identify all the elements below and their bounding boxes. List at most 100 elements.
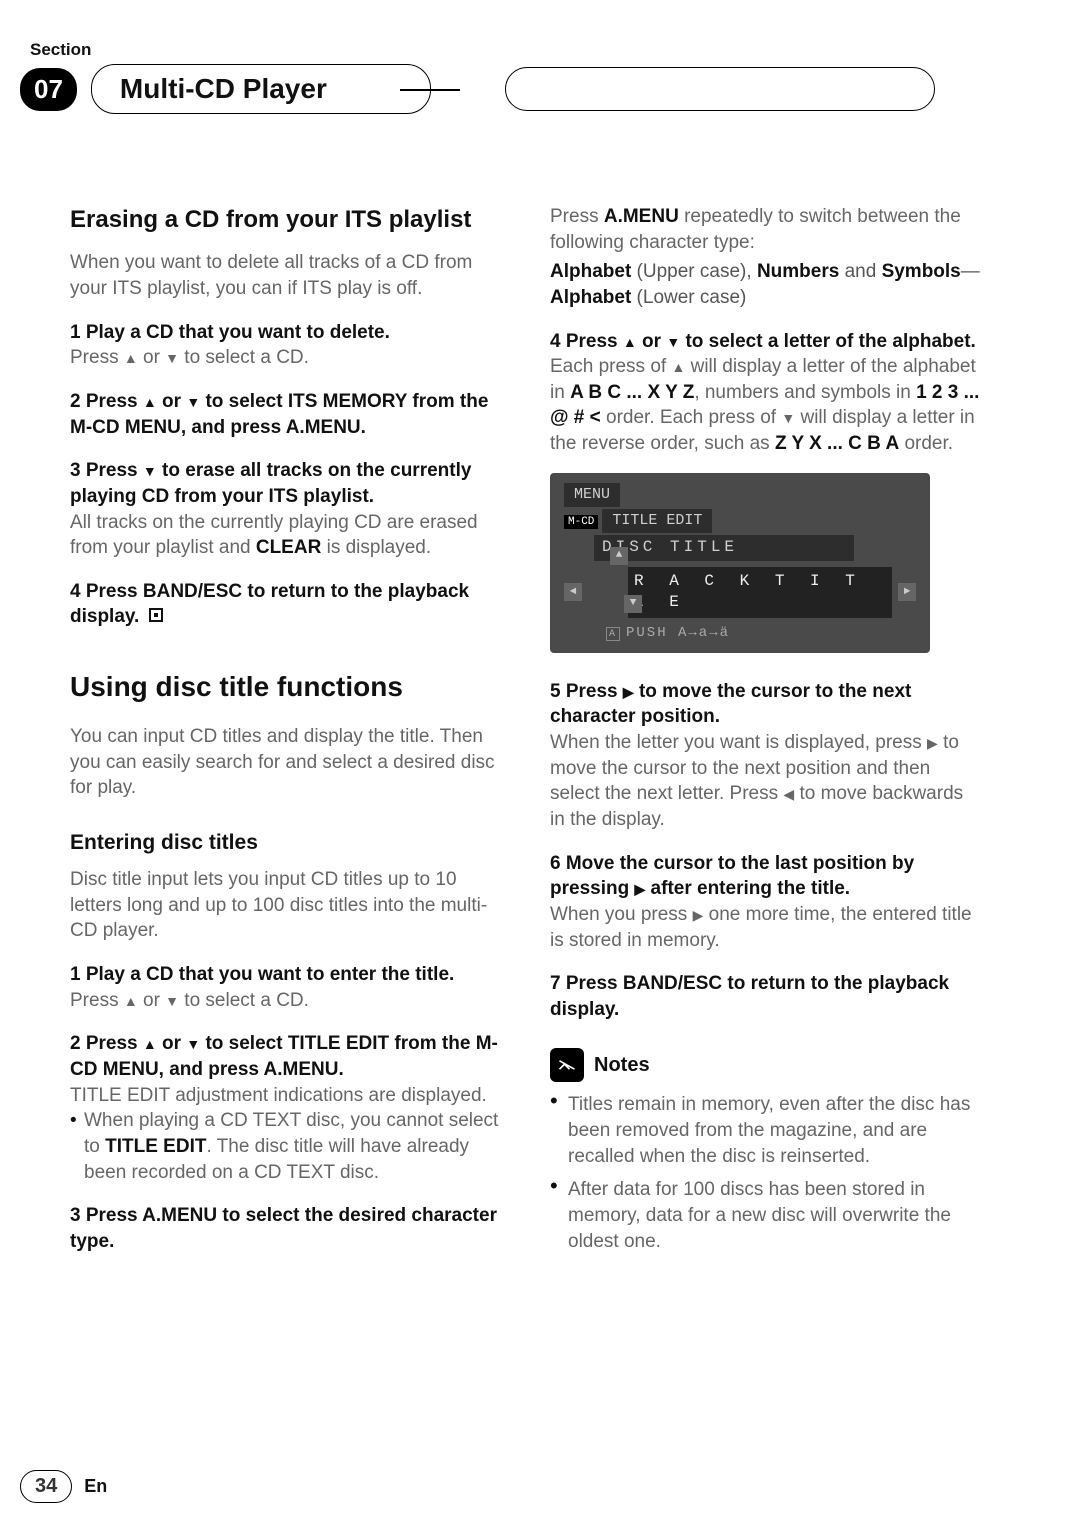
up-arrow-icon — [143, 391, 157, 412]
text: to select a letter of the alphabet. — [680, 331, 976, 352]
text: to select a CD. — [179, 347, 309, 368]
text: — — [961, 261, 980, 282]
lcd-screenshot: MENU M-CD TITLE EDIT DISC TITLE ◄ ▲ R A C… — [550, 473, 930, 653]
step-head: 1 Play a CD that you want to enter the t… — [70, 962, 500, 988]
section-number-pill: 07 — [20, 68, 77, 111]
text: When the letter you want is displayed, p… — [550, 732, 927, 753]
up-arrow-icon — [623, 331, 637, 352]
text-bold: CLEAR — [256, 537, 321, 558]
down-arrow-icon — [666, 331, 680, 352]
right-step-5: 5 Press to move the cursor to the next c… — [550, 679, 980, 833]
text: (Lower case) — [631, 287, 746, 308]
char-intro: Press A.MENU repeatedly to switch betwee… — [550, 204, 980, 255]
text-bold: Symbols — [882, 261, 961, 282]
step-body: Press or to select a CD. — [70, 988, 500, 1014]
text: M-CD — [564, 515, 598, 529]
notes-list: Titles remain in memory, even after the … — [550, 1092, 980, 1254]
down-arrow-icon — [781, 407, 795, 428]
footer-page-number: 34 — [20, 1470, 72, 1503]
text: order. — [899, 433, 953, 454]
down-arrow-icon — [186, 1033, 200, 1054]
text: is displayed. — [321, 537, 431, 558]
text: Press — [70, 990, 124, 1011]
down-arrow-icon — [165, 347, 179, 368]
step-body: When the letter you want is displayed, p… — [550, 730, 980, 833]
note-item: Titles remain in memory, even after the … — [550, 1092, 980, 1169]
scr-disc-title: DISC TITLE — [594, 535, 854, 561]
header-row: 07 Multi-CD Player — [20, 64, 1010, 114]
step-body: Each press of will display a letter of t… — [550, 354, 980, 457]
char-types: Alphabet (Upper case), Numbers and Symbo… — [550, 259, 980, 310]
page-title: Multi-CD Player — [91, 64, 431, 114]
text: Press — [70, 347, 124, 368]
using-intro: You can input CD titles and display the … — [70, 724, 500, 801]
up-arrow-icon — [143, 1033, 157, 1054]
right-step-7: 7 Press BAND/ESC to return to the playba… — [550, 971, 980, 1022]
right-arrow-icon — [693, 904, 704, 925]
down-arrow-icon — [143, 460, 157, 481]
text-bold: Alphabet — [550, 261, 631, 282]
text: Each press of — [550, 356, 671, 377]
text: 5 Press — [550, 681, 623, 702]
right-column: Press A.MENU repeatedly to switch betwee… — [550, 204, 980, 1262]
scr-menu: MENU — [564, 483, 916, 507]
stop-icon — [149, 608, 163, 622]
text: order. Each press of — [601, 407, 782, 428]
footer: 34 En — [20, 1470, 107, 1503]
text: after entering the title. — [645, 878, 850, 899]
erase-step-4: 4 Press BAND/ESC to return to the playba… — [70, 579, 500, 630]
text-bold: A B C ... X Y Z — [570, 382, 694, 403]
text: TITLE EDIT — [602, 509, 712, 533]
heading-erase: Erasing a CD from your ITS playlist — [70, 204, 500, 236]
step-body: Press or to select a CD. — [70, 345, 500, 371]
text: or — [138, 347, 165, 368]
left-arrow-icon — [783, 783, 794, 804]
text-bold: Z Y X ... C B A — [775, 433, 899, 454]
content-columns: Erasing a CD from your ITS playlist When… — [70, 204, 1010, 1262]
up-arrow-icon — [124, 990, 138, 1011]
header-spacer-pill — [505, 67, 935, 111]
text: to select a CD. — [179, 990, 309, 1011]
text: or — [157, 1033, 187, 1054]
scr-push: APUSH A→a→ä — [564, 624, 916, 643]
text-bold: TITLE EDIT — [105, 1136, 206, 1157]
step-body: All tracks on the currently playing CD a… — [70, 510, 500, 561]
step-head: 3 Press A.MENU to select the desired cha… — [70, 1203, 500, 1254]
right-step-6: 6 Move the cursor to the last position b… — [550, 851, 980, 954]
erase-intro: When you want to delete all tracks of a … — [70, 250, 500, 301]
left-column: Erasing a CD from your ITS playlist When… — [70, 204, 500, 1262]
down-arrow-icon — [165, 990, 179, 1011]
step-head: 6 Move the cursor to the last position b… — [550, 851, 980, 902]
text: When you press — [550, 904, 693, 925]
entering-intro: Disc title input lets you input CD title… — [70, 867, 500, 944]
text: or — [138, 990, 165, 1011]
manual-page: Section 07 Multi-CD Player Erasing a CD … — [0, 0, 1080, 1533]
notes-icon — [550, 1048, 584, 1082]
scr-nav: ◄ ▲ R A C K T I T L E ► — [564, 567, 916, 618]
enter-step-2: 2 Press or to select TITLE EDIT from the… — [70, 1031, 500, 1185]
right-arrow-icon — [634, 878, 645, 899]
step-body: When you press one more time, the entere… — [550, 902, 980, 953]
scr-letters: R A C K T I T L E — [628, 567, 892, 618]
text-bold: Alphabet — [550, 287, 631, 308]
down-arrow-icon — [186, 391, 200, 412]
step-head: 1 Play a CD that you want to delete. — [70, 320, 500, 346]
step-note: When playing a CD TEXT disc, you cannot … — [70, 1108, 500, 1185]
erase-step-3: 3 Press to erase all tracks on the curre… — [70, 458, 500, 561]
footer-language: En — [84, 1476, 107, 1497]
enter-step-1: 1 Play a CD that you want to enter the t… — [70, 962, 500, 1013]
step-head: 4 Press or to select a letter of the alp… — [550, 329, 980, 355]
text: PUSH A→a→ä — [626, 625, 730, 641]
text: (Upper case), — [631, 261, 757, 282]
text: 2 Press — [70, 1033, 143, 1054]
right-arrow-icon — [623, 681, 634, 702]
up-arrow-icon — [124, 347, 138, 368]
text: Press — [550, 206, 604, 227]
text-bold: A.MENU — [604, 206, 679, 227]
text: 3 Press — [70, 460, 143, 481]
erase-step-2: 2 Press or to select ITS MEMORY from the… — [70, 389, 500, 440]
step-body: TITLE EDIT adjustment indications are di… — [70, 1083, 500, 1109]
enter-step-3: 3 Press A.MENU to select the desired cha… — [70, 1203, 500, 1254]
scr-title-edit: M-CD TITLE EDIT — [564, 509, 916, 533]
right-step-4: 4 Press or to select a letter of the alp… — [550, 329, 980, 457]
